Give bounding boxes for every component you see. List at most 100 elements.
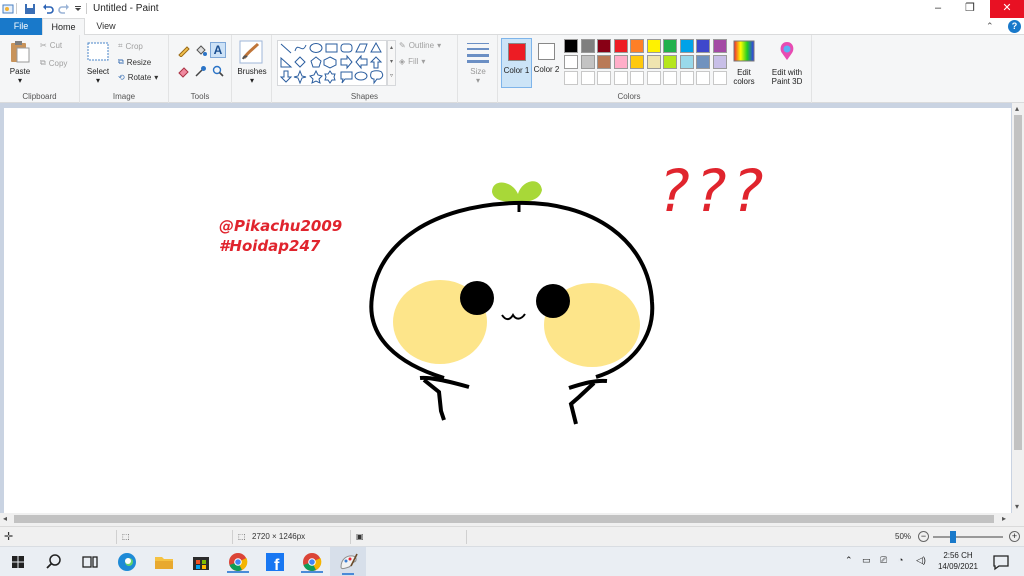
meet-now-icon[interactable]: ⎚ [880, 555, 887, 566]
volume-icon[interactable]: ◁) [916, 555, 926, 566]
color2-button[interactable]: Color 2 [534, 38, 559, 88]
close-button[interactable]: ✕ [990, 0, 1024, 18]
edit-colors-button[interactable]: Edit colors [728, 68, 760, 86]
palette-swatch[interactable] [613, 55, 628, 69]
edit-colors-icon[interactable] [733, 40, 755, 62]
quick-access-dropdown-icon[interactable] [74, 3, 82, 15]
palette-swatch[interactable] [580, 39, 595, 53]
palette-swatch[interactable] [646, 55, 661, 69]
palette-swatch[interactable] [696, 55, 710, 69]
horizontal-scroll-thumb[interactable] [14, 515, 994, 523]
palette-swatch[interactable] [597, 71, 611, 85]
help-icon[interactable]: ? [1008, 20, 1021, 33]
zoom-slider-thumb[interactable] [950, 531, 956, 543]
palette-swatch[interactable] [712, 39, 727, 53]
vertical-scroll-thumb[interactable] [1014, 115, 1022, 450]
paint-app-icon[interactable] [2, 3, 14, 15]
file-explorer-icon[interactable] [153, 551, 175, 573]
search-icon[interactable] [43, 551, 65, 573]
zoom-in-icon[interactable]: + [1009, 531, 1020, 542]
paste-icon[interactable] [9, 40, 31, 64]
fill-button[interactable]: ◈ Fill ▾ [399, 57, 425, 66]
battery-icon[interactable]: ▭ [862, 555, 871, 566]
clock[interactable]: 2:56 CH 14/09/2021 [932, 550, 984, 572]
brushes-icon[interactable] [239, 40, 263, 64]
select-icon[interactable] [87, 42, 109, 62]
palette-swatch[interactable] [663, 39, 677, 53]
restore-button[interactable]: ❐ [954, 0, 986, 18]
horizontal-scrollbar[interactable]: ◂ ▸ [0, 513, 1024, 526]
text-tool-icon[interactable]: A [210, 42, 226, 58]
fill-bucket-icon[interactable] [194, 44, 207, 57]
tab-view[interactable]: View [85, 18, 127, 35]
edge-icon[interactable] [116, 551, 138, 573]
brushes-button[interactable]: Brushes [232, 67, 272, 76]
palette-swatch[interactable] [580, 55, 595, 69]
crop-button[interactable]: ⌗ Crop [118, 41, 143, 51]
palette-swatch[interactable] [679, 39, 694, 53]
vertical-scrollbar[interactable]: ▴ ▾ [1012, 103, 1024, 513]
palette-swatch[interactable] [613, 71, 628, 85]
windows-start-icon[interactable] [7, 551, 29, 573]
palette-swatch[interactable] [712, 55, 727, 69]
rotate-button[interactable]: ⟲ Rotate ▾ [118, 73, 158, 82]
scroll-left-icon[interactable]: ◂ [3, 514, 7, 523]
scroll-up-icon[interactable]: ▴ [1015, 104, 1019, 113]
cut-button[interactable]: ✂ Cut [40, 41, 62, 50]
zoom-slider[interactable] [933, 531, 1003, 543]
palette-swatch[interactable] [696, 71, 710, 85]
magnifier-icon[interactable] [212, 65, 225, 78]
tab-home[interactable]: Home [42, 18, 85, 36]
zoom-out-icon[interactable]: − [918, 531, 929, 542]
paint3d-icon[interactable] [776, 40, 798, 62]
edit-paint3d-button[interactable]: Edit with Paint 3D [764, 68, 810, 86]
paint-taskbar-button[interactable] [330, 547, 366, 576]
color-picker-icon[interactable] [194, 65, 207, 78]
save-icon[interactable] [24, 3, 36, 15]
shapes-gallery[interactable] [277, 40, 387, 86]
palette-swatch[interactable] [663, 71, 677, 85]
drawing-canvas[interactable]: @Pikachu2009 #Hoidap247 ??? [4, 108, 1011, 513]
tray-expand-icon[interactable]: ⌃ [845, 555, 853, 566]
tab-file[interactable]: File [0, 18, 42, 35]
palette-swatch[interactable] [580, 71, 595, 85]
copy-button[interactable]: ⧉ Copy [40, 58, 67, 68]
minimize-button[interactable]: – [922, 0, 954, 18]
facebook-icon[interactable]: f [264, 551, 286, 573]
palette-swatch[interactable] [597, 55, 611, 69]
palette-swatch[interactable] [679, 71, 694, 85]
scroll-down-icon[interactable]: ▾ [1015, 502, 1019, 511]
palette-swatch[interactable] [564, 39, 578, 53]
palette-swatch[interactable] [630, 71, 644, 85]
pencil-icon[interactable] [177, 44, 190, 57]
size-icon[interactable] [466, 41, 490, 63]
shapes-scroll[interactable]: ▴ ▾ ▿ [387, 40, 396, 86]
palette-swatch[interactable] [630, 55, 644, 69]
collapse-ribbon-icon[interactable]: ⌃ [986, 21, 994, 32]
palette-swatch[interactable] [646, 39, 661, 53]
chrome-profile-icon[interactable] [301, 551, 323, 573]
store-icon[interactable] [190, 551, 212, 573]
palette-swatch[interactable] [646, 71, 661, 85]
palette-swatch[interactable] [630, 39, 644, 53]
palette-swatch[interactable] [663, 55, 677, 69]
palette-swatch[interactable] [679, 55, 694, 69]
eraser-icon[interactable] [177, 65, 190, 78]
select-button[interactable]: Select [83, 67, 113, 76]
notifications-icon[interactable] [990, 551, 1012, 573]
resize-button[interactable]: ⧉ Resize [118, 57, 151, 67]
task-view-icon[interactable] [79, 551, 101, 573]
size-button[interactable]: Size [458, 67, 498, 76]
palette-swatch[interactable] [564, 71, 578, 85]
scroll-right-icon[interactable]: ▸ [1002, 514, 1006, 523]
palette-swatch[interactable] [597, 39, 611, 53]
outline-button[interactable]: ✎ Outline ▾ [399, 41, 441, 50]
palette-swatch[interactable] [696, 39, 710, 53]
palette-swatch[interactable] [564, 55, 578, 69]
palette-swatch[interactable] [613, 39, 628, 53]
paste-button[interactable]: Paste [5, 67, 35, 76]
chrome-icon[interactable] [227, 551, 249, 573]
redo-icon[interactable] [58, 3, 70, 15]
color1-button[interactable]: Color 1 [501, 38, 532, 88]
wifi-icon[interactable]: ◔ [898, 555, 903, 566]
